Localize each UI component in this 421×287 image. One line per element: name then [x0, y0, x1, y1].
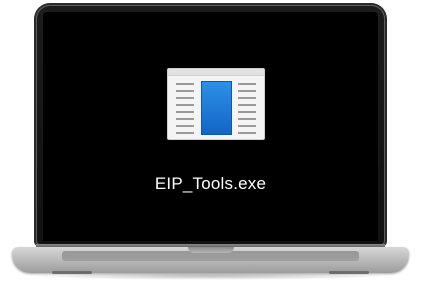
text-lines-left	[176, 83, 194, 139]
laptop-foot-right	[329, 271, 369, 274]
blue-panel	[201, 81, 232, 135]
text-lines-right	[238, 83, 256, 139]
laptop-screen: EIP_Tools.exe	[43, 12, 378, 241]
file-name-label[interactable]: EIP_Tools.exe	[43, 174, 378, 194]
window-titlebar	[168, 69, 264, 76]
application-window-icon[interactable]	[167, 68, 265, 140]
opening-notch	[188, 247, 234, 253]
laptop-base	[12, 247, 409, 274]
laptop-foot-left	[52, 271, 92, 274]
laptop-illustration: EIP_Tools.exe	[0, 0, 421, 287]
